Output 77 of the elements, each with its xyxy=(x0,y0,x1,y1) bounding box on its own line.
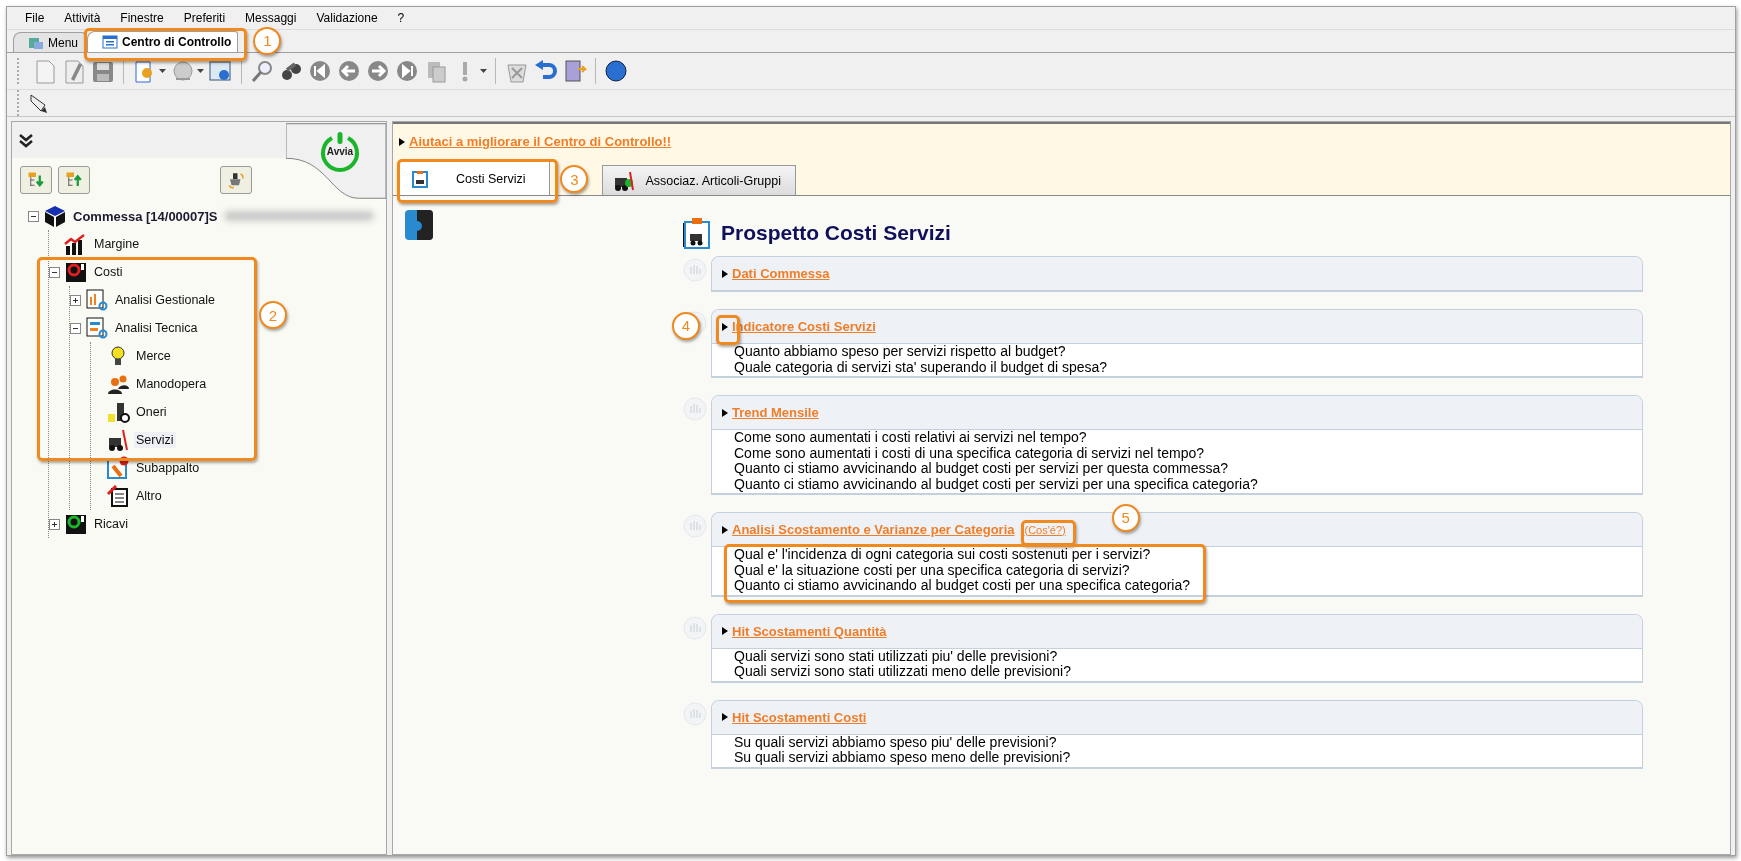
window-gear-icon[interactable] xyxy=(208,58,233,84)
expand-arrow-icon[interactable] xyxy=(722,525,728,534)
collapse-toggle-icon[interactable] xyxy=(49,266,60,278)
expand-arrow-icon[interactable] xyxy=(722,322,728,331)
tree-item[interactable]: Subappalto xyxy=(134,460,202,476)
tree-item[interactable]: Commessa [14/00007]S xyxy=(71,207,220,225)
menu-item[interactable]: Messaggi xyxy=(235,9,307,27)
question-text: Quali servizi sono stati utilizzati meno delle previsioni? xyxy=(734,664,1071,680)
tree-node-icon xyxy=(85,288,109,312)
tree-node-icon xyxy=(43,204,67,228)
tree-item[interactable]: Costi xyxy=(92,264,125,280)
hand-icon xyxy=(683,701,707,726)
expand-arrow-icon[interactable] xyxy=(722,713,728,721)
question-text: Qual e' l'incidenza di ogni categoria sui costi sostenuti per i servizi? xyxy=(734,547,1151,563)
question-text: Quali servizi sono stati utilizzati piu' delle previsioni? xyxy=(734,648,1058,664)
window-icon xyxy=(102,34,119,50)
question-text: Quanto abbiamo speso per servizi rispetto al budget? xyxy=(734,344,1066,360)
question-text: Su quali servizi abbiamo speso meno delle previsioni? xyxy=(734,750,1071,766)
magnifier-icon[interactable] xyxy=(250,58,275,84)
tree-item[interactable]: Oneri xyxy=(134,404,169,420)
question-text: Come sono aumentati i costi di una specifica categoria di servizi nel tempo? xyxy=(734,445,1205,461)
puzzle-logo-icon xyxy=(405,210,433,240)
tree-node-icon xyxy=(106,428,130,452)
menu-item[interactable]: Preferiti xyxy=(173,9,236,27)
tree-node-icon xyxy=(106,484,130,508)
tree-node-icon xyxy=(106,456,130,480)
window-tab[interactable]: Centro di Controllo xyxy=(87,31,239,52)
question-text: Quanto ci stiamo avvicinando al budget costi per una specifica categoria? xyxy=(734,578,1191,594)
triangle-icon xyxy=(399,137,405,146)
question-text: Come sono aumentati i costi relativi ai servizi nel tempo? xyxy=(734,430,1087,446)
tree-item[interactable]: Margine xyxy=(92,236,142,252)
tree-node-icon xyxy=(85,316,109,340)
menu-item[interactable]: Attività xyxy=(54,9,111,27)
question-text: Quale categoria di servizi sta' superando il budget di spesa? xyxy=(734,359,1108,375)
tree-item[interactable]: Analisi Gestionale xyxy=(113,292,218,308)
expand-arrow-icon[interactable] xyxy=(722,269,728,278)
expand-arrow-icon[interactable] xyxy=(722,627,728,635)
expand-toggle-icon[interactable] xyxy=(49,518,60,530)
tree-item[interactable]: Ricavi xyxy=(92,516,131,532)
caret-icon[interactable] xyxy=(197,69,204,73)
page-title: Prospetto Costi Servizi xyxy=(721,221,951,245)
tree-node-icon xyxy=(64,260,88,284)
tree-node-icon xyxy=(64,512,88,536)
double-chevron-icon[interactable] xyxy=(18,132,34,148)
tree-node-icon xyxy=(106,400,130,424)
hand-icon xyxy=(683,397,707,421)
menu-item[interactable]: File xyxy=(15,9,55,27)
pen-icon[interactable] xyxy=(28,92,50,114)
menu-item[interactable]: ? xyxy=(387,9,415,27)
hand-icon xyxy=(683,258,707,282)
content-tab[interactable]: Associaz. Articoli-Gruppi xyxy=(602,165,796,195)
help-icon[interactable] xyxy=(604,58,629,84)
hand-icon xyxy=(683,514,707,538)
question-text: Su quali servizi abbiamo speso piu' delle previsioni? xyxy=(734,734,1057,750)
tree-item[interactable]: Merce xyxy=(134,348,173,364)
tree-item[interactable]: Servizi xyxy=(134,432,176,448)
caret-icon[interactable] xyxy=(480,69,487,73)
tree-item[interactable]: Manodopera xyxy=(134,376,209,392)
tree-item[interactable]: Altro xyxy=(134,488,164,504)
question-text: Quanto ci stiamo avvicinando al budget costi per servizi per questa commessa? xyxy=(734,461,1229,477)
window-tab[interactable]: Menu xyxy=(13,32,86,52)
question-text: Qual e' la situazione costi per una specifica categoria di servizi? xyxy=(734,562,1130,578)
expand-toggle-icon[interactable] xyxy=(70,294,81,306)
hand-icon xyxy=(683,615,707,640)
expand-arrow-icon[interactable] xyxy=(722,408,728,417)
question-text: Quanto ci stiamo avvicinando al budget costi per servizi per una specifica categoria? xyxy=(734,476,1258,492)
collapse-toggle-icon[interactable] xyxy=(70,322,81,334)
tool-button[interactable] xyxy=(220,166,252,194)
caret-icon[interactable] xyxy=(159,69,166,73)
content-tab[interactable]: Costi Servizi xyxy=(399,161,551,195)
menu-item[interactable]: Validazione xyxy=(306,9,388,27)
tab-icon xyxy=(613,169,636,192)
collapse-toggle-icon[interactable] xyxy=(28,210,39,222)
menu-item[interactable]: Finestre xyxy=(110,9,174,27)
door-icon[interactable] xyxy=(562,58,587,84)
tree-item[interactable]: Analisi Tecnica xyxy=(113,320,200,336)
clipboard-forklift-icon xyxy=(683,217,713,249)
